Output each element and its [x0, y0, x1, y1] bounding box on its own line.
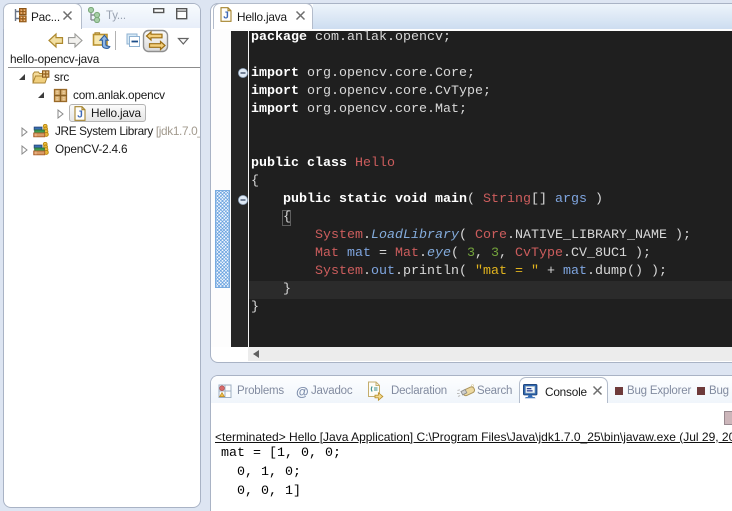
- svg-text:J: J: [223, 11, 229, 22]
- svg-text:J: J: [77, 110, 83, 121]
